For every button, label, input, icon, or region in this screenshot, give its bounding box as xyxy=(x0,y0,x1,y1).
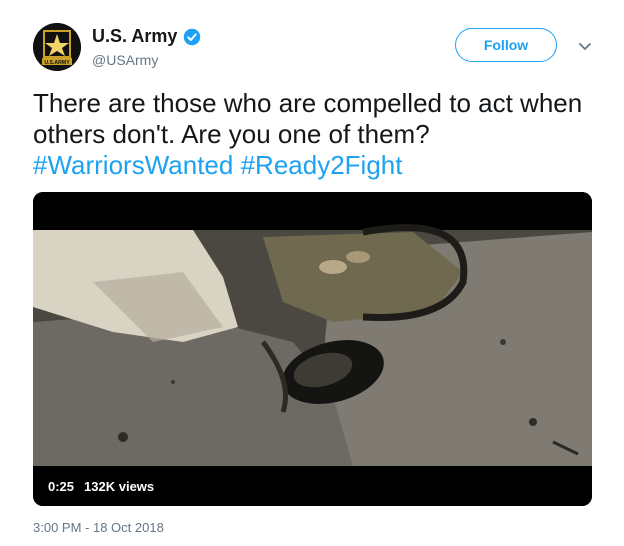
display-name[interactable]: U.S. Army xyxy=(92,26,177,47)
avatar[interactable]: U.S.ARMY xyxy=(33,23,81,71)
tweet-timestamp[interactable]: 3:00 PM - 18 Oct 2018 xyxy=(33,520,164,535)
author-block: U.S. Army @USArmy xyxy=(92,26,201,68)
hashtag-ready2fight[interactable]: #Ready2Fight xyxy=(241,150,403,180)
tweet-text: There are those who are compelled to act… xyxy=(33,88,603,181)
video-frame xyxy=(33,192,592,506)
army-star-logo: U.S.ARMY xyxy=(33,23,81,71)
video-views: 132K views xyxy=(80,475,162,498)
video-duration: 0:25 xyxy=(42,475,81,498)
chevron-down-icon[interactable] xyxy=(577,38,593,54)
video-stats-overlay: 0:25 132K views xyxy=(42,475,162,498)
hashtag-warriorswanted[interactable]: #WarriorsWanted xyxy=(33,150,233,180)
video-player[interactable] xyxy=(33,192,592,506)
handle[interactable]: @USArmy xyxy=(92,52,201,68)
avatar-wordmark: U.S.ARMY xyxy=(44,60,70,66)
tweet-body-text: There are those who are compelled to act… xyxy=(33,88,583,149)
verified-badge-icon xyxy=(184,28,201,45)
follow-button[interactable]: Follow xyxy=(455,28,557,62)
tweet-card: U.S.ARMY U.S. Army @USArmy Follow There … xyxy=(0,0,624,546)
